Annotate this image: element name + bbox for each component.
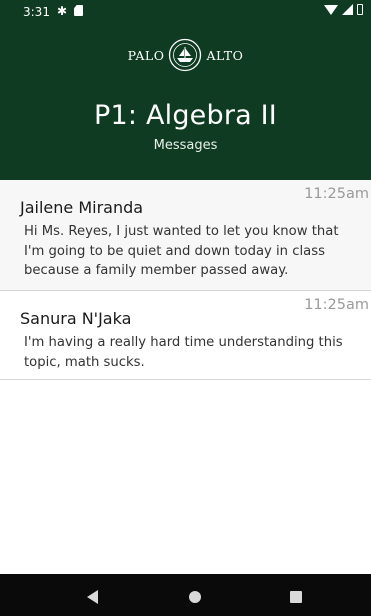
battery-icon — [357, 4, 363, 15]
message-sender: Sanura N'Jaka — [20, 309, 132, 328]
sd-card-icon — [74, 5, 83, 16]
message-list: 11:25am Jailene Miranda Hi Ms. Reyes, I … — [0, 180, 371, 380]
wifi-icon — [324, 4, 338, 15]
recent-apps-icon[interactable] — [290, 591, 302, 603]
message-item[interactable]: 11:25am Jailene Miranda Hi Ms. Reyes, I … — [0, 180, 371, 291]
message-text: I'm having a really hard time understand… — [24, 335, 343, 370]
home-icon[interactable] — [189, 591, 201, 603]
signal-icon — [342, 4, 353, 15]
logo-text-left: PALO — [127, 47, 165, 63]
screen: 3:31 ✱ PALO ALTO P1: Algebra II Messages — [0, 0, 371, 616]
status-bar: 3:31 ✱ — [0, 0, 371, 24]
status-time: 3:31 — [23, 5, 50, 19]
message-time: 11:25am — [304, 186, 369, 202]
logo-text-right: ALTO — [206, 47, 244, 63]
message-item[interactable]: 11:25am Sanura N'Jaka I'm having a reall… — [0, 291, 371, 380]
message-time: 11:25am — [304, 297, 369, 313]
back-icon[interactable] — [87, 590, 98, 604]
school-logo: PALO ALTO — [0, 33, 371, 77]
page-subtitle: Messages — [153, 138, 218, 153]
message-text: Hi Ms. Reyes, I just wanted to let you k… — [24, 224, 339, 278]
message-sender: Jailene Miranda — [20, 198, 144, 217]
status-icons — [324, 4, 363, 15]
app-header: 3:31 ✱ PALO ALTO P1: Algebra II Messages — [0, 0, 371, 180]
navigation-bar — [0, 574, 371, 616]
school-seal-icon — [169, 38, 202, 72]
settings-icon: ✱ — [57, 4, 68, 18]
page-title: P1: Algebra II — [94, 100, 277, 131]
